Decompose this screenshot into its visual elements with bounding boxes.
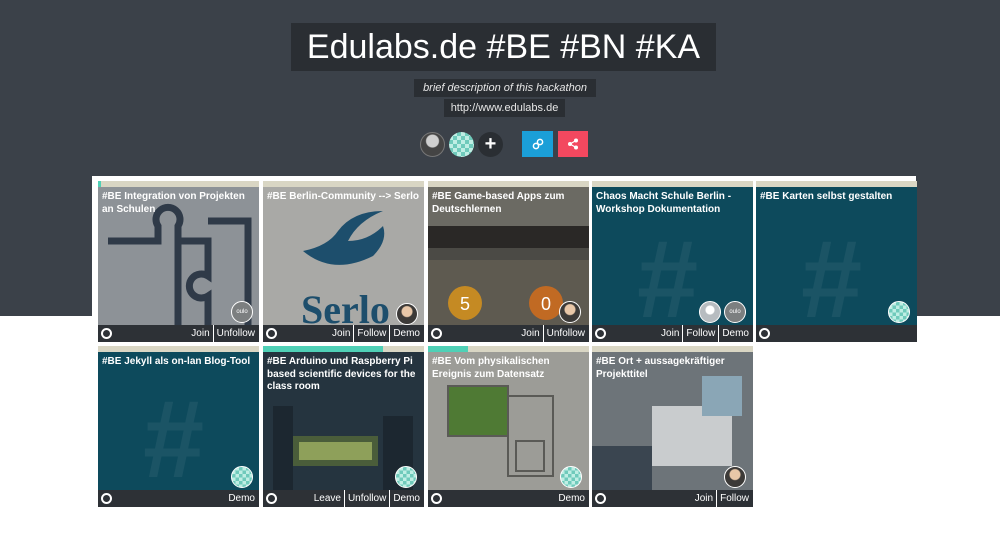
card-footer: Join Follow Demo [592, 325, 753, 342]
project-card[interactable]: # #BE Karten selbst gestalten [756, 181, 917, 342]
card-title: #BE Game-based Apps zum Deutschlernen [432, 191, 565, 215]
card-title: Chaos Macht Schule Berlin - Workshop Dok… [596, 191, 732, 215]
clock-icon [266, 493, 277, 504]
leave-button[interactable]: Leave [309, 490, 341, 507]
follow-button[interactable]: Follow [682, 325, 715, 342]
join-button[interactable]: Join [327, 325, 350, 342]
hash-watermark: # [801, 218, 863, 341]
clock-icon [101, 493, 112, 504]
card-title: #BE Berlin-Community --> Serlo [267, 191, 419, 202]
clock-icon [431, 493, 442, 504]
card-title: #BE Karten selbst gestalten [760, 191, 893, 202]
clock-icon [431, 328, 442, 339]
project-card[interactable]: #BE Arduino und Raspberry Pi based scien… [263, 346, 424, 507]
hash-watermark: # [637, 218, 699, 341]
link-icon [532, 138, 543, 150]
hackathon-description: brief description of this hackathon [414, 79, 596, 97]
team-avatar[interactable] [699, 301, 721, 323]
team-avatar[interactable] [560, 466, 582, 488]
member-avatar-pattern[interactable] [449, 132, 474, 157]
demo-button[interactable]: Demo [389, 325, 420, 342]
clock-icon [266, 328, 277, 339]
add-member-button[interactable]: + [478, 132, 503, 157]
card-footer: Demo [98, 490, 259, 507]
team-avatar[interactable] [231, 466, 253, 488]
card-footer: Join Unfollow [428, 325, 589, 342]
team-avatar[interactable] [724, 466, 746, 488]
team-avatar[interactable] [396, 303, 418, 325]
team-avatar[interactable] [559, 301, 581, 323]
card-title: #BE Integration von Projekten an Schulen [102, 191, 245, 215]
page-title: Edulabs.de #BE #BN #KA [306, 28, 701, 66]
demo-button[interactable]: Demo [553, 490, 585, 507]
progress-track [592, 346, 753, 352]
demo-button[interactable]: Demo [389, 490, 420, 507]
hash-watermark: # [143, 378, 205, 501]
card-title: #BE Jekyll als on-lan Blog-Tool [102, 356, 251, 367]
progress-track [98, 346, 259, 352]
card-title: #BE Ort + aussagekräftiger Projekttitel [596, 356, 725, 380]
progress-track [428, 181, 589, 187]
follow-button[interactable]: Follow [716, 490, 749, 507]
card-footer: Leave Unfollow Demo [263, 490, 424, 507]
project-card[interactable]: Serlo #BE Berlin-Community --> Serlo Joi… [263, 181, 424, 342]
follow-button[interactable]: Follow [353, 325, 386, 342]
project-card[interactable]: #BE Vom physikalischen Ereignis zum Date… [428, 346, 589, 507]
demo-button[interactable]: Demo [718, 325, 749, 342]
card-footer: Join Follow [592, 490, 753, 507]
card-footer [756, 325, 917, 342]
project-card[interactable]: # #BE Jekyll als on-lan Blog-Tool Demo [98, 346, 259, 507]
unfollow-button[interactable]: Unfollow [212, 325, 255, 342]
unfollow-button[interactable]: Unfollow [542, 325, 585, 342]
share-button[interactable] [558, 131, 588, 157]
progress-bar [428, 346, 468, 352]
card-footer: Join Follow Demo [263, 325, 424, 342]
join-button[interactable]: Join [516, 325, 539, 342]
clock-icon [101, 328, 112, 339]
project-card[interactable]: # Chaos Macht Schule Berlin - Workshop D… [592, 181, 753, 342]
join-button[interactable]: Join [656, 325, 679, 342]
team-avatar[interactable]: oulo [724, 301, 746, 323]
project-card[interactable]: 5 0 #BE Game-based Apps zum Deutschlerne… [428, 181, 589, 342]
project-card[interactable]: #BE Ort + aussagekräftiger Projekttitel … [592, 346, 753, 507]
demo-button[interactable]: Demo [223, 490, 255, 507]
clock-icon [595, 328, 606, 339]
progress-track [98, 181, 259, 187]
join-button[interactable]: Join [690, 490, 713, 507]
join-button[interactable]: Join [186, 325, 209, 342]
clock-icon [595, 493, 606, 504]
progress-bar [98, 181, 101, 187]
team-avatar[interactable] [395, 466, 417, 488]
share-icon [568, 138, 578, 150]
title-box: Edulabs.de #BE #BN #KA [291, 23, 716, 71]
card-footer: Join Unfollow [98, 325, 259, 342]
team-avatar[interactable] [888, 301, 910, 323]
hackathon-url[interactable]: http://www.edulabs.de [444, 99, 565, 117]
card-title: #BE Arduino und Raspberry Pi based scien… [267, 356, 416, 392]
progress-track [756, 181, 917, 187]
svg-text:5: 5 [460, 294, 470, 314]
svg-text:0: 0 [541, 294, 551, 314]
progress-track [592, 181, 753, 187]
project-card[interactable]: #BE Integration von Projekten an Schulen… [98, 181, 259, 342]
card-footer: Demo [428, 490, 589, 507]
clock-icon [759, 328, 770, 339]
link-button[interactable] [522, 131, 553, 157]
progress-bar [263, 346, 383, 352]
member-avatar-photo[interactable] [420, 132, 445, 157]
card-title: #BE Vom physikalischen Ereignis zum Date… [432, 356, 550, 380]
team-avatar[interactable]: oulo [231, 301, 253, 323]
progress-track [263, 181, 424, 187]
unfollow-button[interactable]: Unfollow [343, 490, 386, 507]
